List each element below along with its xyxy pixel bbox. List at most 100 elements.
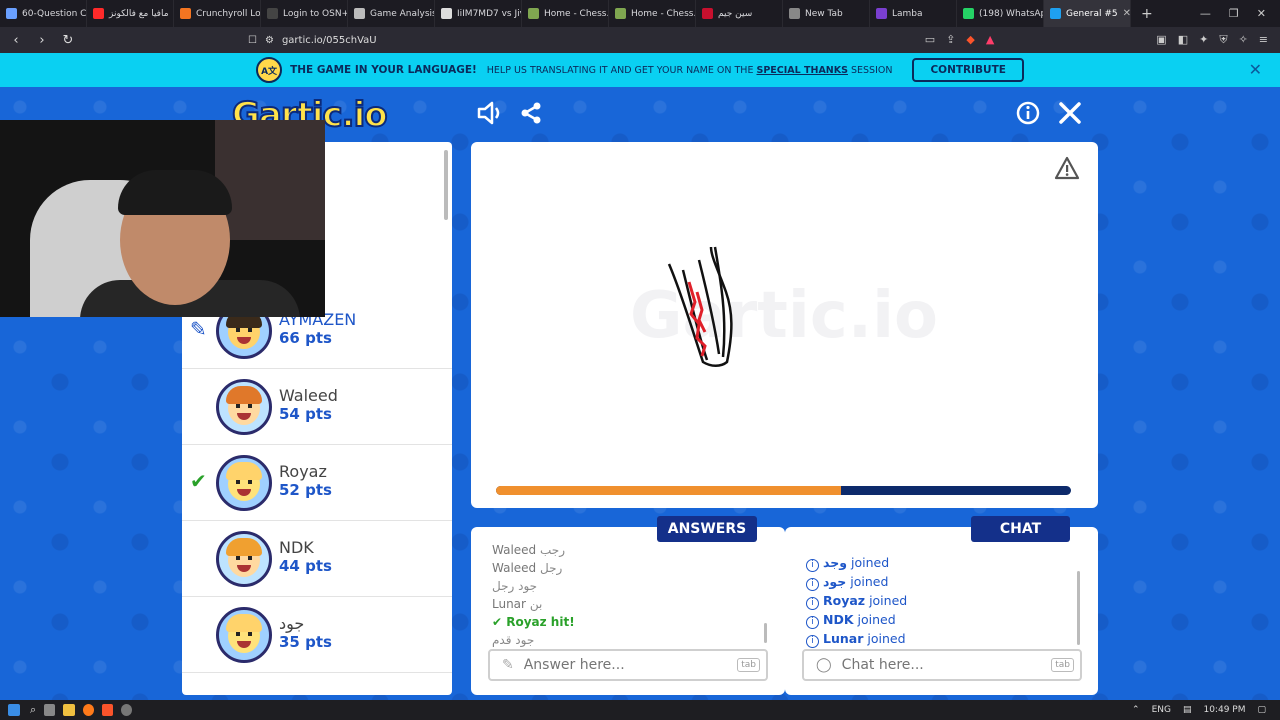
wallet-icon[interactable]: ▣ [1156, 33, 1166, 47]
app-taskbar-icon[interactable] [121, 704, 133, 716]
answers-list: Waleed رجب Waleed رجل جود رجل Lunar بن ✔ Roy… [492, 541, 762, 649]
answer-message: جود رجل [492, 577, 762, 595]
forward-icon[interactable]: › [32, 33, 52, 48]
browser-tab[interactable]: 60-Question Cl [0, 0, 87, 27]
url-field[interactable]: ☐ ⚙ gartic.io/055chVaU [248, 35, 377, 46]
chat-tab[interactable]: CHAT [971, 516, 1070, 542]
tab-favicon-icon [702, 8, 713, 19]
browser-tab[interactable]: مافيا مع فالكونز [87, 0, 174, 27]
browser-tab-strip: 60-Question Cl مافيا مع فالكونز Crunchyrol… [0, 0, 1280, 27]
windows-taskbar: ⌕ ⌃ ENG ▤ 10:49 PM ▢ [0, 700, 1280, 720]
browser-tab[interactable]: Lamba [870, 0, 957, 27]
answer-input-box[interactable]: ✎ tab [488, 649, 768, 681]
notification-icon[interactable]: ▢ [1257, 705, 1266, 715]
avatar-eyes [236, 632, 252, 636]
avatar-hair [226, 538, 262, 556]
leo-icon[interactable]: ✧ [1239, 33, 1248, 47]
browser-tab[interactable]: Game Analysis [348, 0, 435, 27]
minimize-icon[interactable]: — [1200, 7, 1211, 20]
search-icon[interactable]: ⌕ [30, 703, 36, 717]
rewards-icon[interactable]: ▲ [986, 33, 994, 47]
answers-tab[interactable]: ANSWERS [657, 516, 757, 542]
brave-taskbar-icon[interactable] [102, 704, 114, 716]
avatar-hair [226, 614, 262, 632]
file-explorer-icon[interactable] [63, 704, 76, 716]
start-icon[interactable] [8, 704, 20, 716]
banner-headline: THE GAME IN YOUR LANGUAGE! [290, 64, 477, 76]
tab-label: 60-Question Cl [22, 8, 87, 19]
browser-tab[interactable]: IiIM7MD7 vs Jiv [435, 0, 522, 27]
player-avatar [216, 531, 272, 587]
answer-author: Waleed [492, 561, 537, 575]
vpn-icon[interactable]: ⛨ [1219, 33, 1227, 47]
drawing-pencil-icon: ✎ [190, 317, 207, 341]
chat-user: وجد [823, 555, 847, 570]
browser-tab[interactable]: Crunchyroll Log [174, 0, 261, 27]
tab-favicon-icon [615, 8, 626, 19]
info-icon: i [806, 635, 819, 648]
task-view-icon[interactable] [44, 704, 56, 716]
guessed-check-icon: ✔ [190, 469, 207, 493]
answer-author: Waleed [492, 543, 537, 557]
answer-input[interactable] [523, 657, 724, 673]
language-icon: A文 [256, 57, 283, 83]
sound-icon[interactable] [476, 101, 504, 131]
player-row[interactable]: Waleed 54 pts [182, 369, 452, 445]
browser-tab[interactable]: Login to OSN+ [261, 0, 348, 27]
tab-label: Home - Chess.c [544, 8, 609, 19]
player-name: جود [279, 614, 305, 633]
drawing-canvas[interactable]: Gartic.io [471, 142, 1098, 508]
info-icon[interactable] [1016, 101, 1040, 131]
extensions-icon[interactable]: ✦ [1199, 33, 1208, 47]
player-name: Royaz [279, 462, 327, 481]
player-row[interactable]: NDK 44 pts [182, 521, 452, 597]
browser-tab[interactable]: General #5 ✕ [1044, 0, 1131, 27]
player-points: 52 pts [279, 481, 332, 499]
tab-favicon-icon [963, 8, 974, 19]
chat-input[interactable] [841, 657, 1042, 673]
site-info-icon[interactable]: ⚙ [265, 35, 274, 46]
tray-expand-icon[interactable]: ⌃ [1132, 705, 1140, 715]
contribute-button[interactable]: CONTRIBUTE [912, 58, 1024, 82]
brave-shield-icon[interactable]: ◆ [966, 33, 974, 47]
answers-scrollbar[interactable] [764, 623, 767, 643]
bookmark-icon[interactable]: ☐ [248, 35, 257, 46]
browser-tab[interactable]: Home - Chess.c [609, 0, 696, 27]
players-scrollbar[interactable] [444, 150, 448, 220]
close-icon[interactable] [1058, 101, 1082, 131]
network-icon[interactable]: ▤ [1183, 705, 1192, 715]
tab-label: Game Analysis [370, 8, 435, 19]
chat-scrollbar[interactable] [1077, 571, 1080, 645]
player-row[interactable]: ✔ Royaz 52 pts [182, 445, 452, 521]
cast-icon[interactable]: ▭ [925, 33, 935, 47]
new-tab-icon[interactable]: + [1131, 6, 1163, 22]
window-close-icon[interactable]: ✕ [1257, 7, 1266, 20]
firefox-icon[interactable] [83, 704, 95, 716]
back-icon[interactable]: ‹ [6, 33, 26, 48]
tab-close-icon[interactable]: ✕ [1123, 8, 1130, 19]
clock[interactable]: 10:49 PM [1203, 705, 1245, 715]
webcam-background [215, 120, 325, 240]
info-icon: i [806, 597, 819, 610]
chat-join-message: i Lunar joined [806, 629, 1076, 648]
browser-tab[interactable]: سين جيم [696, 0, 783, 27]
share-icon[interactable]: ⇪ [946, 33, 955, 47]
banner-close-icon[interactable]: ✕ [1249, 60, 1262, 79]
chat-input-box[interactable]: ◯ tab [802, 649, 1082, 681]
player-name: NDK [279, 538, 314, 557]
browser-tab[interactable]: New Tab [783, 0, 870, 27]
reload-icon[interactable]: ↻ [58, 33, 78, 48]
sidebar-icon[interactable]: ◧ [1178, 33, 1188, 47]
menu-icon[interactable]: ≡ [1259, 33, 1268, 47]
player-row[interactable]: جود 35 pts [182, 597, 452, 673]
chat-user: Royaz [823, 593, 866, 608]
language-indicator[interactable]: ENG [1152, 705, 1171, 715]
chat-join-text: joined [869, 593, 908, 608]
share-icon[interactable] [519, 101, 543, 131]
browser-tab[interactable]: (198) WhatsApp [957, 0, 1044, 27]
maximize-icon[interactable]: ❐ [1229, 7, 1239, 20]
banner-text: HELP US TRANSLATING IT AND GET YOUR NAME… [486, 64, 754, 76]
browser-tab[interactable]: Home - Chess.c [522, 0, 609, 27]
chat-list: i وجد joined i جود joined i Royaz joined i NDK … [806, 553, 1076, 648]
special-thanks-link[interactable]: SPECIAL THANKS [757, 65, 848, 76]
